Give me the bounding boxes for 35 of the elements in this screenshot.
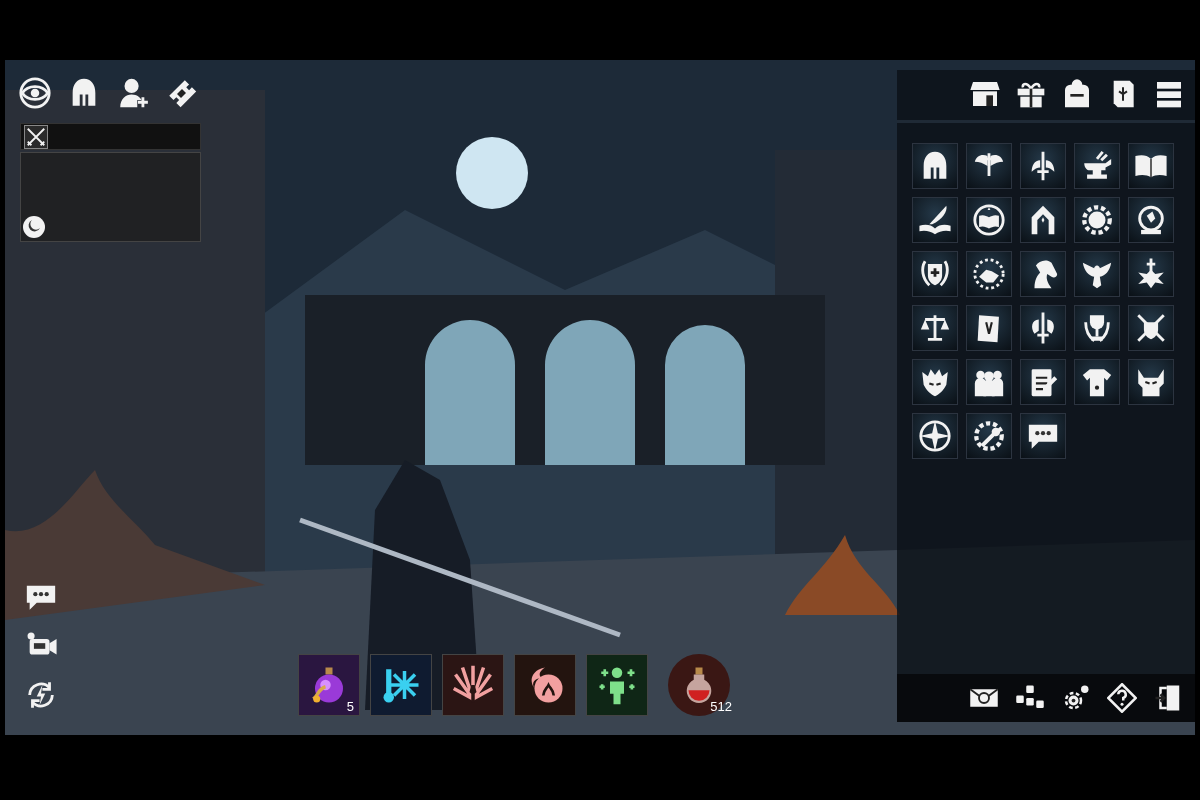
scales-icon[interactable] bbox=[912, 305, 958, 351]
hotbar-slot[interactable] bbox=[370, 654, 432, 716]
armor-icon[interactable] bbox=[1074, 359, 1120, 405]
gate-icon[interactable] bbox=[1020, 197, 1066, 243]
wrench-gear-icon[interactable] bbox=[966, 413, 1012, 459]
burst-sword-icon[interactable] bbox=[1128, 251, 1174, 297]
orb-icon[interactable] bbox=[1128, 197, 1174, 243]
demon-icon[interactable] bbox=[1128, 359, 1174, 405]
hotbar-slot[interactable] bbox=[586, 654, 648, 716]
sword-emblem-icon[interactable] bbox=[1020, 305, 1066, 351]
compass-icon[interactable] bbox=[912, 413, 958, 459]
mask-icon[interactable] bbox=[912, 359, 958, 405]
card-icon[interactable] bbox=[966, 305, 1012, 351]
help-icon[interactable] bbox=[1107, 683, 1137, 713]
hotbar-slot[interactable] bbox=[442, 654, 504, 716]
eagle-icon[interactable] bbox=[1074, 251, 1120, 297]
sun-emblem-icon[interactable] bbox=[1074, 197, 1120, 243]
clipboard-icon[interactable] bbox=[1020, 359, 1066, 405]
item-count: 512 bbox=[710, 699, 732, 714]
item-count: 5 bbox=[346, 699, 354, 714]
sword-icon[interactable] bbox=[1020, 143, 1066, 189]
moon-icon bbox=[22, 215, 46, 239]
horse-head-icon[interactable] bbox=[1020, 251, 1066, 297]
hotbar-slot[interactable] bbox=[514, 654, 576, 716]
shield-crest-icon[interactable] bbox=[912, 251, 958, 297]
anvil-icon[interactable] bbox=[1074, 143, 1120, 189]
book-emblem-icon[interactable] bbox=[966, 197, 1012, 243]
book-icon[interactable] bbox=[1128, 143, 1174, 189]
quill-book-icon[interactable] bbox=[912, 197, 958, 243]
hotbar-slot[interactable]: 5 bbox=[298, 654, 360, 716]
crossed-swords-shield-icon[interactable] bbox=[1128, 305, 1174, 351]
eye-icon[interactable] bbox=[18, 76, 52, 110]
people-icon[interactable] bbox=[966, 359, 1012, 405]
winged-sword-icon[interactable] bbox=[966, 143, 1012, 189]
chat-icon[interactable] bbox=[1020, 413, 1066, 459]
